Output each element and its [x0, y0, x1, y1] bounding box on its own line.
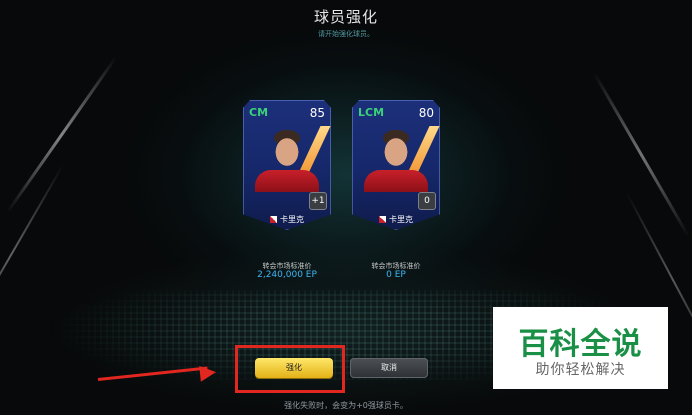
player-shirt [364, 170, 428, 192]
flag-icon [270, 216, 277, 223]
watermark-sub-text: 助你轻松解决 [535, 362, 626, 378]
player-card-material[interactable]: LCM 80 0 卡里克 [352, 100, 440, 230]
card-player-name: 卡里克 [389, 215, 413, 224]
cancel-button[interactable]: 取消 [350, 358, 428, 378]
flag-icon [379, 216, 386, 223]
player-card-current[interactable]: CM 85 +1 卡里克 [243, 100, 331, 230]
watermark-logo: 百科全说 助你轻松解决 [493, 307, 668, 389]
card-position: LCM [358, 106, 385, 119]
page-subtitle: 请开始强化球员。 [318, 30, 374, 38]
card-level-badge: +1 [309, 192, 327, 210]
card-player-name: 卡里克 [280, 215, 304, 224]
failure-note: 强化失败时，会变为+0强球员卡。 [284, 401, 408, 410]
watermark-main-text: 百科全说 [518, 327, 643, 362]
price-value-material: 0 EP [386, 270, 406, 280]
card-position: CM [249, 106, 269, 119]
arrow-head-icon [199, 364, 217, 382]
card-rating: 80 [418, 106, 434, 120]
page-title: 球员强化 [313, 8, 378, 26]
player-shirt [255, 170, 319, 192]
card-level-badge: 0 [418, 192, 436, 210]
card-rating: 85 [309, 106, 325, 120]
enhance-button[interactable]: 强化 [255, 358, 333, 378]
